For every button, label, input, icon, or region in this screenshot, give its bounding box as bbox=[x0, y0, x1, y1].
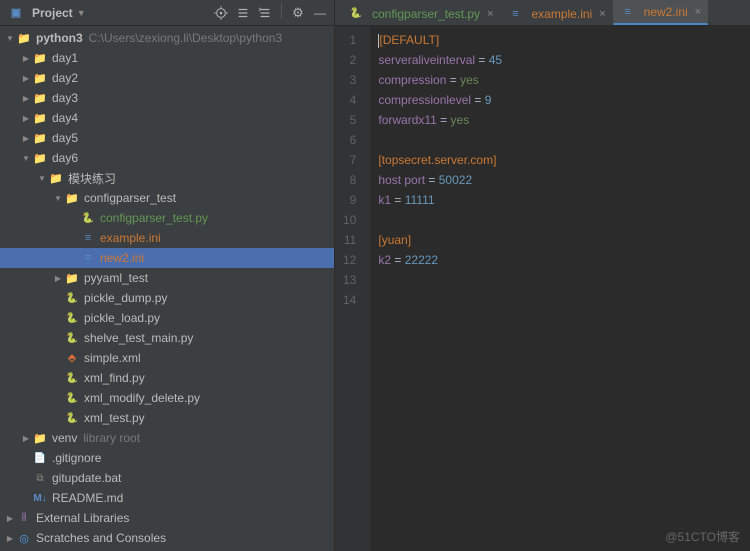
locate-button[interactable] bbox=[211, 3, 231, 23]
tree-item-day6[interactable]: 📁day6 bbox=[0, 148, 334, 168]
folder-icon: 📁 bbox=[64, 271, 80, 285]
folder-icon: 📁 bbox=[64, 191, 80, 205]
tree-item-configparser-dir[interactable]: 📁configparser_test bbox=[0, 188, 334, 208]
tree-item-day3[interactable]: 📁day3 bbox=[0, 88, 334, 108]
tab-example-ini[interactable]: ≡example.ini× bbox=[501, 1, 613, 25]
close-icon[interactable]: × bbox=[695, 6, 701, 18]
folder-icon: 📁 bbox=[32, 91, 48, 105]
folder-icon: 📁 bbox=[32, 111, 48, 125]
tree-item-readme[interactable]: M↓README.md bbox=[0, 488, 334, 508]
python-file-icon: 🐍 bbox=[348, 7, 364, 21]
tree-item-shelve[interactable]: 🐍shelve_test_main.py bbox=[0, 328, 334, 348]
tree-item-day4[interactable]: 📁day4 bbox=[0, 108, 334, 128]
ini-file-icon: ≡ bbox=[80, 231, 96, 245]
tree-root[interactable]: 📁python3C:\Users\zexiong.li\Desktop\pyth… bbox=[0, 28, 334, 48]
folder-icon: 📁 bbox=[32, 151, 48, 165]
tree-item-pyyaml[interactable]: 📁pyyaml_test bbox=[0, 268, 334, 288]
project-panel-title[interactable]: ▣ Project ▼ bbox=[8, 6, 211, 20]
panel-title-text: Project bbox=[32, 6, 73, 20]
editor-tabs: 🐍configparser_test.py× ≡example.ini× ≡ne… bbox=[335, 0, 750, 26]
tree-item-configparser-py[interactable]: 🐍configparser_test.py bbox=[0, 208, 334, 228]
folder-icon: 📁 bbox=[32, 131, 48, 145]
tree-item-simple-xml[interactable]: ⬘simple.xml bbox=[0, 348, 334, 368]
ini-file-icon: ≡ bbox=[508, 7, 524, 21]
library-icon: ⫴ bbox=[16, 511, 32, 525]
close-icon[interactable]: × bbox=[599, 8, 605, 20]
tree-item-gitupdate[interactable]: ⧉gitupdate.bat bbox=[0, 468, 334, 488]
tree-item-day2[interactable]: 📁day2 bbox=[0, 68, 334, 88]
folder-icon: 📁 bbox=[32, 71, 48, 85]
tree-item-pickle-dump[interactable]: 🐍pickle_dump.py bbox=[0, 288, 334, 308]
expand-all-button[interactable] bbox=[233, 3, 253, 23]
ini-file-icon: ≡ bbox=[620, 5, 636, 19]
tree-item-xml-test[interactable]: 🐍xml_test.py bbox=[0, 408, 334, 428]
close-icon[interactable]: × bbox=[487, 8, 493, 20]
tree-item-venv[interactable]: 📁venvlibrary root bbox=[0, 428, 334, 448]
collapse-all-button[interactable] bbox=[255, 3, 275, 23]
scratches-icon: ◎ bbox=[16, 531, 32, 545]
tree-item-xml-mod[interactable]: 🐍xml_modify_delete.py bbox=[0, 388, 334, 408]
tree-item-day5[interactable]: 📁day5 bbox=[0, 128, 334, 148]
tree-item-new2-ini[interactable]: ≡new2.ini bbox=[0, 248, 334, 268]
code-content[interactable]: [DEFAULT] serveraliveinterval = 45 compr… bbox=[370, 26, 510, 551]
xml-file-icon: ⬘ bbox=[64, 351, 80, 365]
tree-item-pickle-load[interactable]: 🐍pickle_load.py bbox=[0, 308, 334, 328]
tab-new2-ini[interactable]: ≡new2.ini× bbox=[613, 0, 708, 25]
tab-configparser-test[interactable]: 🐍configparser_test.py× bbox=[341, 1, 501, 25]
file-icon: 📄 bbox=[32, 451, 48, 465]
hide-button[interactable]: — bbox=[310, 3, 330, 23]
python-file-icon: 🐍 bbox=[64, 311, 80, 325]
folder-icon: 📁 bbox=[16, 31, 32, 45]
folder-icon: 📁 bbox=[32, 51, 48, 65]
python-file-icon: 🐍 bbox=[64, 371, 80, 385]
code-area[interactable]: 1234567891011121314 [DEFAULT] serveraliv… bbox=[335, 26, 750, 551]
gutter: 1234567891011121314 bbox=[335, 26, 370, 551]
tree-item-xml-find[interactable]: 🐍xml_find.py bbox=[0, 368, 334, 388]
tree-item-module-dir[interactable]: 📁模块练习 bbox=[0, 168, 334, 188]
bat-file-icon: ⧉ bbox=[32, 471, 48, 485]
editor: 🐍configparser_test.py× ≡example.ini× ≡ne… bbox=[335, 0, 750, 551]
project-tree: 📁python3C:\Users\zexiong.li\Desktop\pyth… bbox=[0, 26, 334, 551]
project-icon: ▣ bbox=[8, 6, 24, 20]
settings-button[interactable]: ⚙ bbox=[288, 3, 308, 23]
tree-item-day1[interactable]: 📁day1 bbox=[0, 48, 334, 68]
project-panel-header: ▣ Project ▼ ⚙ — bbox=[0, 0, 334, 26]
python-file-icon: 🐍 bbox=[64, 411, 80, 425]
folder-icon: 📁 bbox=[48, 171, 64, 185]
python-file-icon: 🐍 bbox=[64, 331, 80, 345]
tree-item-example-ini[interactable]: ≡example.ini bbox=[0, 228, 334, 248]
project-panel: ▣ Project ▼ ⚙ — 📁python3C:\Users\zexiong… bbox=[0, 0, 335, 551]
markdown-file-icon: M↓ bbox=[32, 491, 48, 505]
chevron-down-icon: ▼ bbox=[77, 8, 86, 18]
folder-icon: 📁 bbox=[32, 431, 48, 445]
python-file-icon: 🐍 bbox=[64, 391, 80, 405]
python-file-icon: 🐍 bbox=[80, 211, 96, 225]
tree-item-scratches[interactable]: ◎Scratches and Consoles bbox=[0, 528, 334, 548]
tree-item-external[interactable]: ⫴External Libraries bbox=[0, 508, 334, 528]
toolbar-divider bbox=[281, 3, 282, 19]
tree-item-gitignore[interactable]: 📄.gitignore bbox=[0, 448, 334, 468]
python-file-icon: 🐍 bbox=[64, 291, 80, 305]
ini-file-icon: ≡ bbox=[80, 251, 96, 265]
